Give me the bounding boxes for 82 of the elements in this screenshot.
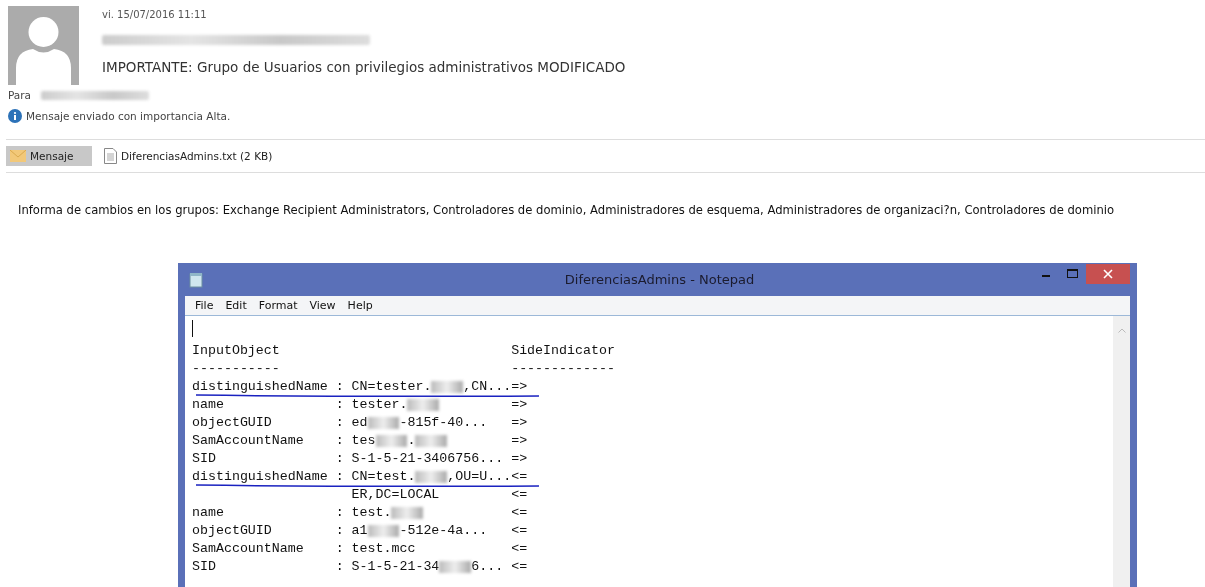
colon-separator: :	[335, 559, 344, 574]
side-indicator: <=	[511, 504, 528, 522]
email-date: vi. 15/07/2016 11:11	[102, 9, 208, 22]
document-icon	[104, 148, 117, 164]
redacted-text	[415, 471, 448, 483]
email-subject: IMPORTANTE: Grupo de Usuarios con privilegios administrativos MODIFICADO	[102, 59, 626, 75]
side-indicator: =>	[511, 450, 528, 468]
field-value: S-1-5-21-34	[351, 558, 440, 576]
side-indicator: -------------	[511, 360, 615, 378]
field-value: .	[407, 432, 416, 450]
side-indicator: SideIndicator	[511, 342, 615, 360]
avatar-icon	[8, 6, 79, 85]
attachment-tab[interactable]: DiferenciasAdmins.txt (2 KB)	[100, 146, 277, 166]
side-indicator: <=	[511, 486, 528, 504]
field-value: ER,DC=LOCAL	[351, 486, 440, 504]
to-label: Para	[8, 89, 32, 101]
field-value: tes	[351, 432, 376, 450]
field-name: SID	[192, 451, 216, 466]
side-indicator: =>	[511, 432, 528, 450]
redacted-text	[375, 435, 408, 447]
notepad-icon	[189, 271, 203, 288]
colon-separator: :	[335, 451, 344, 466]
importance-notice: Mensaje enviado con importancia Alta.	[26, 110, 231, 122]
window-title: DiferenciasAdmins - Notepad	[563, 272, 755, 287]
colon-separator: :	[335, 397, 344, 412]
field-name: objectGUID	[192, 415, 272, 430]
side-indicator: =>	[511, 414, 528, 432]
field-value: a1	[351, 522, 368, 540]
field-name: SamAccountName	[192, 433, 304, 448]
redacted-text	[431, 381, 464, 393]
redacted-text	[391, 507, 424, 519]
redacted-text	[367, 525, 400, 537]
field-name: SID	[192, 559, 216, 574]
side-indicator: <=	[511, 558, 528, 576]
colon-separator: :	[335, 469, 344, 484]
side-indicator: =>	[511, 396, 528, 414]
redacted-text	[367, 417, 400, 429]
close-icon	[1103, 269, 1113, 279]
field-value: CN=test.	[351, 468, 416, 486]
colon-separator: :	[335, 415, 344, 430]
field-name: objectGUID	[192, 523, 272, 538]
redacted-text	[407, 399, 440, 411]
field-value: -815f-40...	[399, 414, 488, 432]
field-value: test.	[351, 504, 392, 522]
side-indicator: =>	[511, 378, 528, 396]
redacted-text	[415, 435, 448, 447]
colon-separator: :	[335, 541, 344, 556]
field-value: test.mcc	[351, 540, 416, 558]
field-name: -----------	[192, 361, 280, 376]
field-value: CN=tester.	[351, 378, 432, 396]
field-name: InputObject	[192, 343, 280, 358]
scrollbar[interactable]	[1113, 316, 1130, 587]
colon-separator: :	[335, 433, 344, 448]
field-name: name	[192, 397, 224, 412]
field-value: ,OU=U...	[447, 468, 512, 486]
envelope-icon	[10, 150, 26, 162]
menu-item[interactable]: File	[189, 299, 220, 312]
field-name: SamAccountName	[192, 541, 304, 556]
side-indicator: <=	[511, 522, 528, 540]
menu-item[interactable]: Help	[341, 299, 379, 312]
redacted-text	[439, 561, 472, 573]
field-value: ,CN...	[463, 378, 512, 396]
colon-separator: :	[335, 523, 344, 538]
close-button[interactable]	[1086, 264, 1130, 284]
menu-item[interactable]: Format	[252, 299, 304, 312]
menu-item[interactable]: Edit	[219, 299, 253, 312]
field-name: distinguishedName	[192, 379, 328, 394]
email-body: Informa de cambios en los grupos: Exchange Recipient Administrators, Controladores de dominio, Administradores de esquema, Administradores de organizaci?n, Controladores de dominio	[18, 203, 1116, 217]
side-indicator: <=	[511, 540, 528, 558]
field-value: ed	[351, 414, 368, 432]
field-value: -512e-4a...	[399, 522, 488, 540]
colon-separator: :	[335, 505, 344, 520]
field-name: name	[192, 505, 224, 520]
field-value: S-1-5-21-3406756...	[351, 450, 504, 468]
colon-separator: :	[335, 379, 344, 394]
attachment-tab[interactable]: Mensaje	[6, 146, 92, 166]
side-indicator: <=	[511, 468, 528, 486]
field-value: 6...	[471, 558, 504, 576]
info-icon	[8, 109, 22, 123]
field-value: tester.	[351, 396, 408, 414]
field-name: distinguishedName	[192, 469, 328, 484]
menu-item[interactable]: View	[303, 299, 342, 312]
